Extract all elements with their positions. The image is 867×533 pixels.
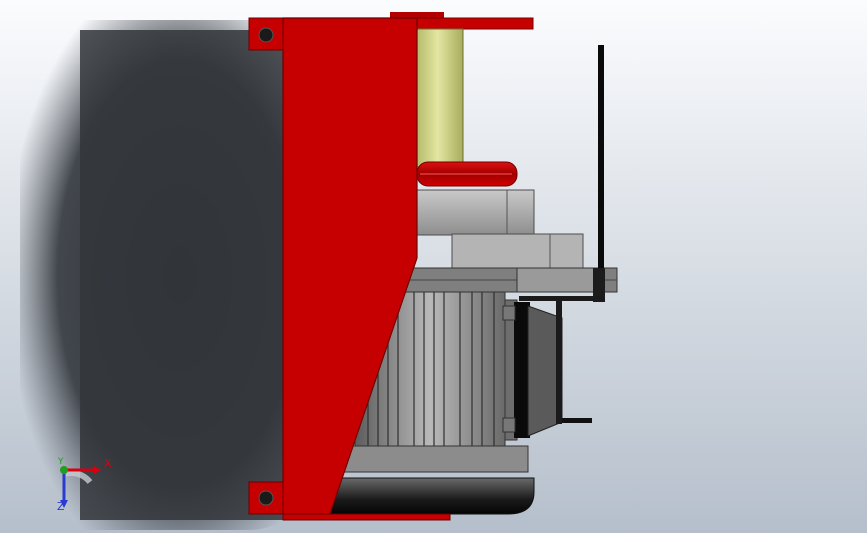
motor-base: [339, 445, 529, 473]
motor-foot: [329, 477, 535, 515]
bottom-bolt-hole: [258, 490, 274, 506]
model-canvas[interactable]: [0, 0, 867, 533]
top-flange-plate: [414, 17, 534, 30]
gearbox-lower: [451, 233, 584, 271]
x-axis-label: X: [104, 457, 112, 470]
guide-rod: [598, 45, 604, 297]
z-axis-label: Z: [57, 500, 65, 513]
drop-shadow-core: [80, 30, 290, 520]
cad-viewport[interactable]: X Y Z: [0, 0, 867, 533]
gearbox-upper: [416, 189, 535, 236]
top-bolt-hole: [258, 27, 274, 43]
bottom-flange: [282, 513, 451, 521]
orientation-triad: X Y Z: [48, 452, 118, 514]
bracket-bar: [519, 296, 605, 301]
y-axis-label: Y: [58, 457, 64, 467]
cable-drum: [416, 28, 464, 168]
